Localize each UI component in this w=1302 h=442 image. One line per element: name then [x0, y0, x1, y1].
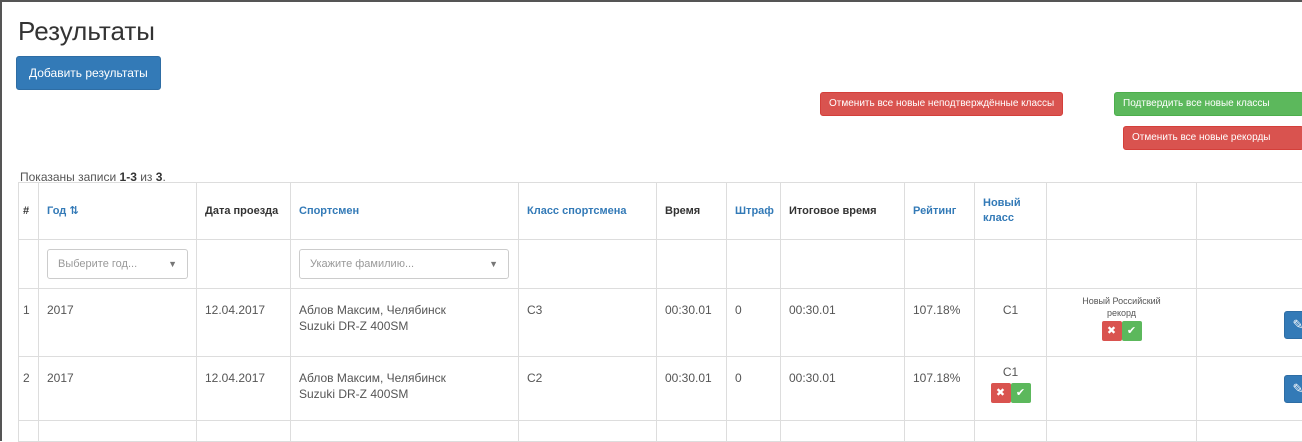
header-status — [1047, 183, 1197, 240]
chevron-down-icon: ▼ — [168, 250, 177, 278]
add-results-button[interactable]: Добавить результаты — [16, 56, 161, 90]
table-row: 1 2017 12.04.2017 Аблов Максим, Челябинс… — [19, 289, 1302, 357]
confirm-new-classes-button[interactable]: Подтвердить все новые классы — [1114, 92, 1302, 116]
sort-icon[interactable]: ⇅ — [69, 205, 78, 217]
header-rating[interactable]: Рейтинг — [905, 183, 975, 240]
filter-row: Выберите год... ▼ Укажите фамилию... ▼ — [19, 240, 1302, 289]
cancel-unconfirmed-classes-button[interactable]: Отменить все новые неподтверждённые клас… — [820, 92, 1063, 116]
table-row — [19, 421, 1302, 442]
header-athlete[interactable]: Спортсмен — [291, 183, 519, 240]
header-num: # — [19, 183, 39, 240]
chevron-down-icon: ▼ — [489, 250, 498, 278]
athlete-vehicle: Suzuki DR-Z 400SM — [299, 387, 510, 401]
cell-status: Новый Российский рекорд ✖✔ — [1047, 289, 1197, 357]
athlete-name: Аблов Максим, Челябинск — [299, 303, 510, 317]
cell-date: 12.04.2017 — [197, 289, 291, 357]
cell-num: 1 — [19, 289, 39, 357]
cell-athlete-class: C2 — [519, 357, 657, 421]
cell-total-time: 00:30.01 — [781, 289, 905, 357]
reject-class-button[interactable]: ✖ — [991, 383, 1011, 403]
cell-year: 2017 — [39, 357, 197, 421]
confirm-class-button[interactable]: ✔ — [1011, 383, 1031, 403]
table-header-row: # Год ⇅ Дата проезда Спортсмен Класс спо… — [19, 183, 1302, 240]
header-athlete-label[interactable]: Спортсмен — [299, 205, 359, 217]
cell-rating: 107.18% — [905, 357, 975, 421]
cell-actions: ✎ — [1197, 289, 1302, 357]
cell-status — [1047, 357, 1197, 421]
cell-time: 00:30.01 — [657, 289, 727, 357]
edit-icon[interactable]: ✎ — [1284, 311, 1302, 339]
cell-date: 12.04.2017 — [197, 357, 291, 421]
header-date: Дата проезда — [197, 183, 291, 240]
header-total-time: Итоговое время — [781, 183, 905, 240]
cell-new-class: C1 — [975, 289, 1047, 357]
header-date-label: Дата проезда — [205, 205, 278, 217]
year-filter-select[interactable]: Выберите год... ▼ — [47, 249, 188, 279]
athlete-vehicle: Suzuki DR-Z 400SM — [299, 319, 510, 333]
results-table: # Год ⇅ Дата проезда Спортсмен Класс спо… — [18, 182, 1302, 442]
athlete-filter-placeholder: Укажите фамилию... — [310, 258, 414, 270]
cell-athlete-class: C3 — [519, 289, 657, 357]
header-penalty-label[interactable]: Штраф — [735, 205, 774, 217]
header-athlete-class-label[interactable]: Класс спортсмена — [527, 205, 627, 217]
edit-icon[interactable]: ✎ — [1284, 375, 1302, 403]
header-actions — [1197, 183, 1302, 240]
header-year-label[interactable]: Год — [47, 205, 66, 217]
athlete-name: Аблов Максим, Челябинск — [299, 371, 510, 385]
cell-rating: 107.18% — [905, 289, 975, 357]
header-num-label: # — [23, 205, 29, 217]
athlete-filter-select[interactable]: Укажите фамилию... ▼ — [299, 249, 509, 279]
table-row: 2 2017 12.04.2017 Аблов Максим, Челябинс… — [19, 357, 1302, 421]
cell-actions: ✎ — [1197, 357, 1302, 421]
year-filter-placeholder: Выберите год... — [58, 258, 137, 270]
confirm-record-button[interactable]: ✔ — [1122, 321, 1142, 341]
cell-num: 2 — [19, 357, 39, 421]
header-time: Время — [657, 183, 727, 240]
header-rating-label[interactable]: Рейтинг — [913, 205, 956, 217]
header-total-time-label: Итоговое время — [789, 205, 877, 217]
cell-penalty: 0 — [727, 357, 781, 421]
header-new-class-label[interactable]: Новый класс — [983, 197, 1021, 224]
record-status-label: Новый Российский рекорд — [1055, 295, 1188, 319]
header-year[interactable]: Год ⇅ — [39, 183, 197, 240]
new-class-value: C1 — [983, 365, 1038, 379]
header-penalty[interactable]: Штраф — [727, 183, 781, 240]
reject-record-button[interactable]: ✖ — [1102, 321, 1122, 341]
cell-time: 00:30.01 — [657, 357, 727, 421]
header-new-class[interactable]: Новый класс — [975, 183, 1047, 240]
cell-year: 2017 — [39, 289, 197, 357]
cell-new-class: C1 ✖✔ — [975, 357, 1047, 421]
cell-athlete: Аблов Максим, Челябинск Suzuki DR-Z 400S… — [291, 357, 519, 421]
page-title: Результаты — [18, 16, 155, 47]
cell-athlete: Аблов Максим, Челябинск Suzuki DR-Z 400S… — [291, 289, 519, 357]
cell-penalty: 0 — [727, 289, 781, 357]
header-time-label: Время — [665, 205, 700, 217]
cancel-new-records-button[interactable]: Отменить все новые рекорды — [1123, 126, 1302, 150]
header-athlete-class[interactable]: Класс спортсмена — [519, 183, 657, 240]
cell-total-time: 00:30.01 — [781, 357, 905, 421]
